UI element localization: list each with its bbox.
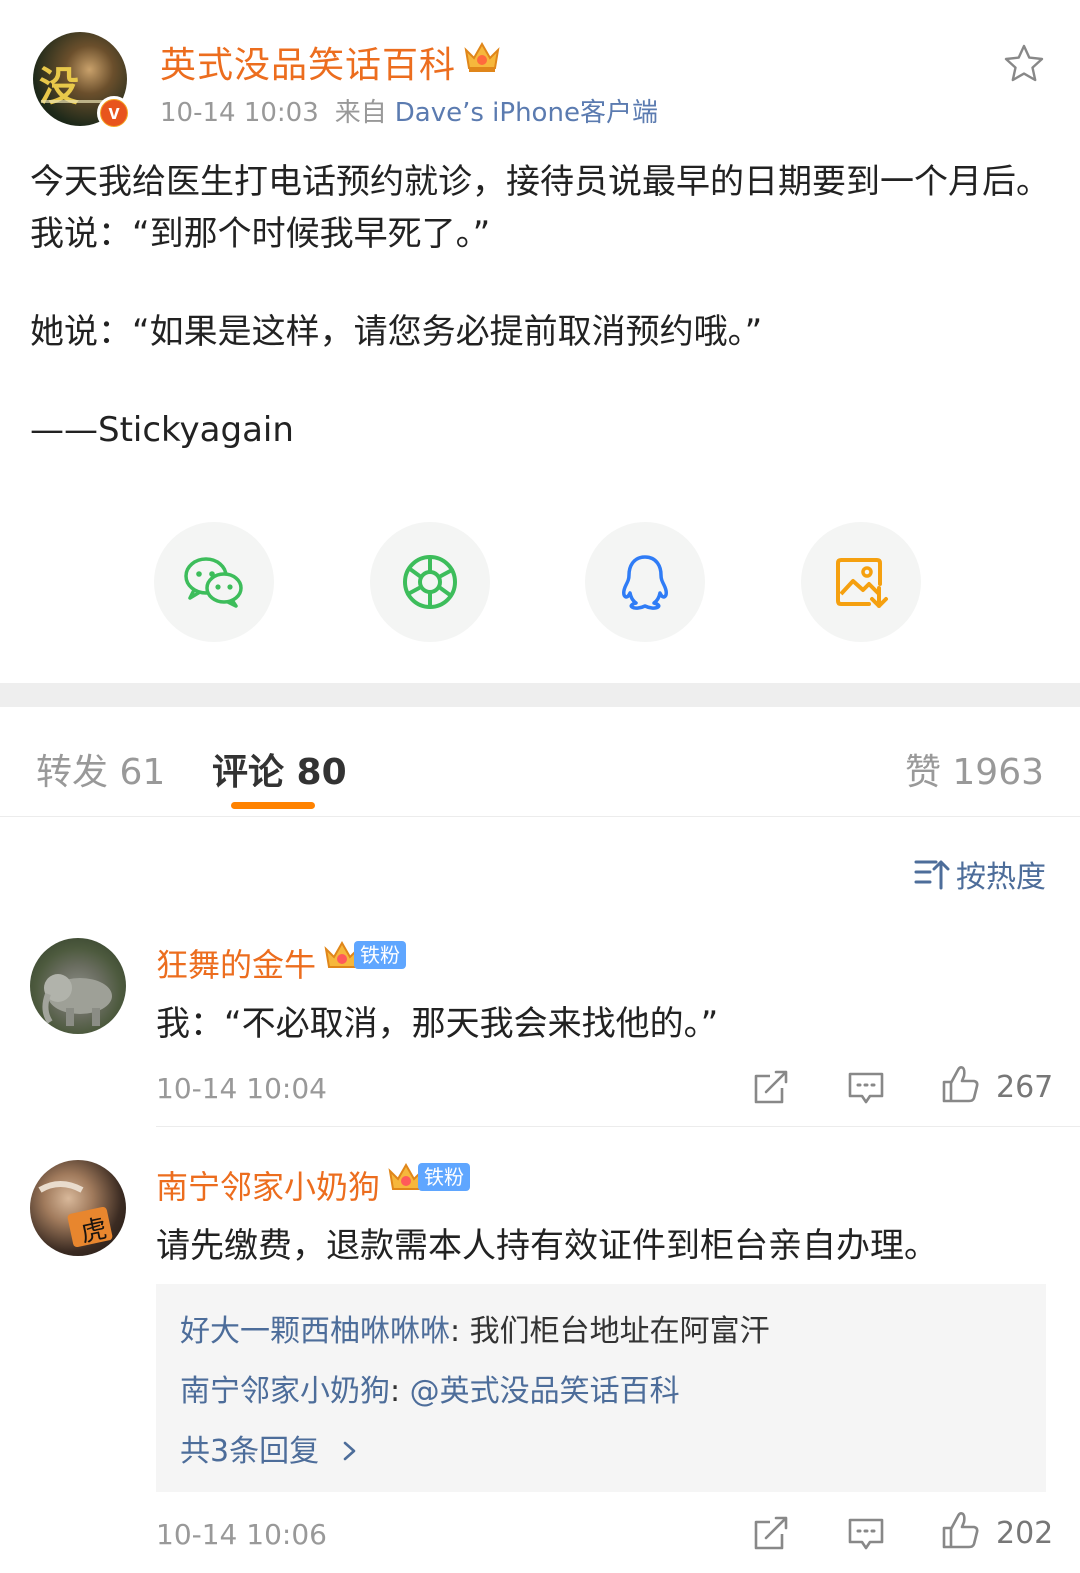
- post-paragraph: 今天我给医生打电话预约就诊，接待员说最早的日期要到一个月后。我说：“到那个时候我…: [30, 162, 1050, 254]
- reply-author[interactable]: 南宁邻家小奶狗: [180, 1374, 390, 1409]
- commenter-avatar[interactable]: 虎: [30, 1160, 126, 1256]
- interaction-tabs: 转发 61 评论 80 赞 1963: [0, 707, 1080, 817]
- elephant-statue-image: [42, 974, 112, 1026]
- save-image-icon: [836, 558, 888, 608]
- comment-icon[interactable]: [846, 1068, 886, 1108]
- reply-author[interactable]: 好大一颗西柚咻咻咻: [180, 1314, 450, 1349]
- post-source[interactable]: Dave’s iPhone客户端: [395, 98, 658, 128]
- post-meta: 10-14 10:03 来自 Dave’s iPhone客户端: [160, 92, 658, 129]
- share-wechat-button[interactable]: [154, 522, 274, 642]
- post-header: 没 v 英式没品笑话百科 10-14 10:03 来自 Dave’s iPhone客…: [0, 0, 1080, 140]
- more-replies-label: 共3条回复: [180, 1434, 320, 1469]
- post-time: 10-14 10:03: [160, 98, 319, 128]
- sort-button[interactable]: 按热度: [914, 852, 1046, 896]
- post-signature: ——Stickyagain: [30, 410, 294, 450]
- section-divider: [0, 683, 1080, 707]
- more-replies-link[interactable]: 共3条回复: [180, 1426, 359, 1470]
- like-count: 202: [996, 1516, 1054, 1551]
- like-count: 267: [996, 1070, 1054, 1105]
- reply-preview-box[interactable]: 好大一颗西柚咻咻咻: 我们柜台地址在阿富汗 南宁邻家小奶狗: @英式没品笑话百科…: [156, 1284, 1046, 1492]
- from-label: 来自: [334, 98, 387, 128]
- author-name[interactable]: 英式没品笑话百科: [160, 36, 456, 88]
- comment-time: 10-14 10:06: [156, 1518, 327, 1551]
- fan-badge-label: 铁粉: [418, 1163, 470, 1191]
- tab-reposts[interactable]: 转发 61: [36, 743, 165, 795]
- verified-badge-icon: v: [97, 96, 131, 130]
- sort-label: 按热度: [956, 860, 1046, 895]
- avatar-text: 没: [39, 63, 79, 110]
- reply-mention[interactable]: @英式没品笑话百科: [410, 1374, 680, 1409]
- fan-badge: 铁粉: [386, 1160, 470, 1194]
- comment-text: 请先缴费，退款需本人持有效证件到柜台亲自办理。: [156, 1226, 938, 1266]
- like-icon[interactable]: [940, 1064, 980, 1104]
- crown-icon: [464, 41, 500, 72]
- fan-badge: 铁粉: [322, 938, 406, 972]
- fan-badge-label: 铁粉: [354, 941, 406, 969]
- commenter-avatar[interactable]: [30, 938, 126, 1034]
- reply-line: 好大一颗西柚咻咻咻: 我们柜台地址在阿富汗: [180, 1314, 770, 1349]
- save-image-button[interactable]: [801, 522, 921, 642]
- reply-line: 南宁邻家小奶狗: @英式没品笑话百科: [180, 1374, 680, 1409]
- chevron-right-icon: [343, 1441, 355, 1461]
- comment-time: 10-14 10:04: [156, 1072, 327, 1105]
- share-qq-button[interactable]: [585, 522, 705, 642]
- avatar-image: 虎: [38, 1181, 113, 1249]
- commenter-name[interactable]: 南宁邻家小奶狗: [156, 1162, 380, 1208]
- comment-separator: [156, 1126, 1080, 1127]
- wechat-icon: [184, 557, 243, 608]
- sort-icon: [914, 860, 950, 890]
- comment-text: 我：“不必取消，那天我会来找他的。”: [156, 1004, 719, 1044]
- active-tab-indicator: [231, 802, 315, 809]
- repost-icon[interactable]: [752, 1068, 792, 1108]
- moments-icon: [403, 555, 457, 609]
- tab-likes[interactable]: 赞 1963: [905, 743, 1044, 795]
- share-row: [0, 522, 1080, 644]
- tab-comments[interactable]: 评论 80: [212, 743, 347, 795]
- post-paragraph: 她说：“如果是这样，请您务必提前取消预约哦。”: [30, 312, 763, 352]
- like-icon[interactable]: [940, 1510, 980, 1550]
- commenter-name[interactable]: 狂舞的金牛: [156, 940, 316, 986]
- repost-icon[interactable]: [752, 1514, 792, 1554]
- qq-icon: [622, 555, 668, 610]
- comment-item: 狂舞的金牛 铁粉 我：“不必取消，那天我会来找他的。” 10-14 10:04 …: [0, 930, 1080, 1130]
- comment-icon[interactable]: [846, 1514, 886, 1554]
- reply-text: 我们柜台地址在阿富汗: [469, 1314, 770, 1349]
- comment-item: 虎 南宁邻家小奶狗 铁粉 请先缴费，退款需本人持有效证件到柜台亲自办理。 好大一…: [0, 1152, 1080, 1572]
- star-icon[interactable]: [1002, 42, 1046, 86]
- share-moments-button[interactable]: [370, 522, 490, 642]
- post-body: 今天我给医生打电话预约就诊，接待员说最早的日期要到一个月后。我说：“到那个时候我…: [30, 156, 1050, 456]
